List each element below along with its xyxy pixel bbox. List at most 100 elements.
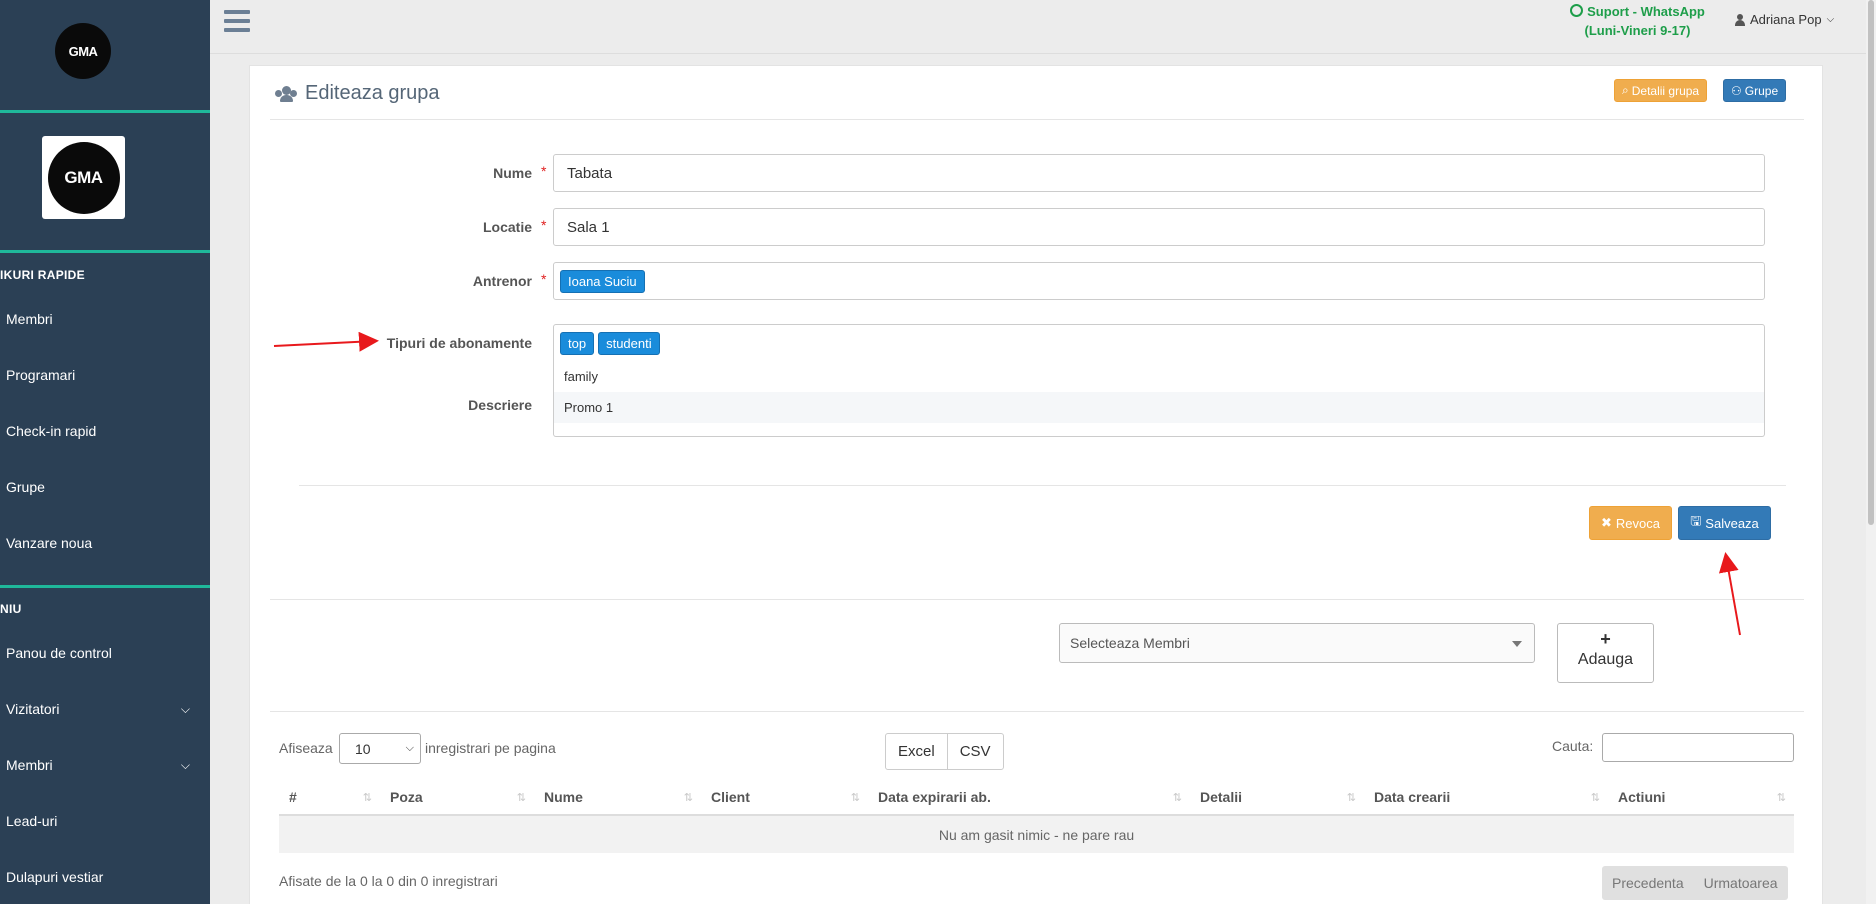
sidebar-divider [0, 110, 210, 113]
sidebar-item-label: Membri [6, 311, 53, 327]
table-row: Nu am gasit nimic - ne pare rau [279, 815, 1794, 853]
name-input[interactable]: Tabata [553, 154, 1765, 192]
sidebar-section-shortcuts: IKURI RAPIDE [0, 268, 85, 282]
sidebar-item-vanzare-noua[interactable]: Vanzare noua [6, 535, 196, 551]
sort-icon: ⇅ [1172, 792, 1182, 804]
menu-toggle-icon[interactable] [224, 10, 250, 32]
page-title: Editeaza grupa [275, 82, 440, 105]
user-menu[interactable]: Adriana Pop ⌵ [1735, 12, 1834, 27]
trainer-multiselect[interactable]: Ioana Suciu [553, 262, 1765, 300]
next-page-button[interactable]: Urmatoarea [1694, 866, 1788, 900]
sidebar-item-label: Programari [6, 367, 76, 383]
topbar: Suport - WhatsApp (Luni-Vineri 9-17) Adr… [210, 0, 1866, 54]
chevron-down-icon: ⌵ [180, 757, 190, 772]
sidebar-item-label: Dulapuri vestiar [6, 869, 104, 885]
column-header[interactable]: Data expirarii ab. ⇅ [868, 780, 1190, 816]
caret-down-icon [1512, 641, 1522, 647]
excel-button[interactable]: Excel [886, 734, 947, 769]
header-divider [270, 119, 1804, 120]
sidebar-item-grupe[interactable]: Grupe [6, 479, 196, 495]
required-marker: * [541, 163, 547, 179]
sidebar-item-label: Panou de control [6, 645, 112, 661]
pagination: Precedenta Urmatoarea [1602, 866, 1788, 900]
required-marker: * [541, 217, 547, 233]
page-scrollbar[interactable] [1866, 0, 1876, 904]
column-header[interactable]: Client ⇅ [701, 780, 868, 816]
sidebar-item-programari[interactable]: Programari [6, 367, 196, 383]
column-header[interactable]: Nume ⇅ [534, 780, 701, 816]
subscription-options-dropdown: family Promo 1 [553, 361, 1765, 423]
dropdown-option[interactable]: family [554, 361, 1764, 392]
table-search-input[interactable] [1602, 733, 1794, 762]
add-member-label: Adauga [1577, 651, 1634, 668]
subscription-tag[interactable]: studenti [598, 331, 660, 355]
section-divider [270, 599, 1804, 600]
sort-icon: ⇅ [1590, 792, 1600, 804]
sort-icon: ⇅ [362, 792, 372, 804]
sort-icon: ⇅ [683, 792, 693, 804]
location-label: Locatie [482, 219, 532, 235]
sidebar-divider [0, 250, 210, 253]
whatsapp-icon [1570, 4, 1584, 17]
table-info: Afisate de la 0 la 0 din 0 inregistrari [279, 873, 498, 889]
chevron-down-icon: ⌵ [180, 701, 190, 716]
column-header[interactable]: Detalii ⇅ [1190, 780, 1364, 816]
subscription-types-label: Tipuri de abonamente [386, 335, 532, 351]
sidebar-item-check-in[interactable]: Check-in rapid [6, 423, 196, 439]
sidebar-item-panou-de-control[interactable]: Panou de control [6, 645, 196, 661]
csv-button[interactable]: CSV [946, 734, 1003, 769]
revoke-label: Revoca [1615, 515, 1660, 531]
save-icon: 🖫 [1690, 513, 1702, 528]
sidebar-item-dulapuri-vestiar[interactable]: Dulapuri vestiar [6, 869, 196, 885]
search-label: Cauta: [1552, 738, 1594, 754]
location-input[interactable]: Sala 1 [553, 208, 1765, 246]
previous-page-button[interactable]: Precedenta [1602, 866, 1694, 900]
column-header[interactable]: Data crearii ⇅ [1364, 780, 1608, 816]
subscription-tag[interactable]: top [560, 331, 595, 355]
description-label: Descriere [468, 397, 532, 413]
sidebar-item-label: Vizitatori [6, 701, 60, 717]
groups-button[interactable]: ⚇ Grupe [1723, 79, 1787, 102]
sidebar-item-label: Lead-uri [6, 813, 58, 829]
sidebar-item-vizitatori[interactable]: Vizitatori ⌵ [6, 701, 196, 717]
required-marker: * [541, 271, 547, 287]
users-icon [275, 85, 297, 102]
users-icon: ⚇ [1731, 83, 1742, 98]
revoke-button[interactable]: ✖ Revoca [1589, 506, 1672, 540]
trainer-label: Antrenor [472, 273, 532, 289]
name-label: Nume [493, 165, 532, 181]
form-divider [299, 485, 1786, 486]
sidebar-item-membri[interactable]: Membri [6, 311, 196, 327]
dropdown-option[interactable]: Promo 1 [554, 392, 1764, 423]
group-details-button[interactable]: ⌕ Detalii grupa [1614, 79, 1708, 102]
save-button[interactable]: 🖫 Salveaza [1678, 506, 1771, 540]
column-header[interactable]: Actiuni ⇅ [1608, 780, 1794, 816]
whatsapp-support-link[interactable]: Suport - WhatsApp (Luni-Vineri 9-17) [1550, 2, 1725, 40]
section-divider [270, 711, 1804, 712]
sidebar-section-menu: NIU [0, 602, 22, 616]
brand-logo-small[interactable]: GMA [55, 23, 111, 79]
description-textarea[interactable] [553, 423, 1765, 437]
sidebar-item-lead-uri[interactable]: Lead-uri [6, 813, 196, 829]
members-table: # ⇅ Poza ⇅ Nume ⇅ Client ⇅ Data expirarii ab… [279, 780, 1794, 853]
search-icon: ⌕ [1622, 83, 1629, 97]
page-length-select[interactable]: 10 ⌵ [339, 733, 421, 764]
gym-logo-text: GMA [64, 167, 103, 187]
subscription-types-multiselect[interactable]: top studenti [553, 324, 1765, 362]
sort-icon: ⇅ [850, 792, 860, 804]
chevron-down-icon: ⌵ [405, 742, 414, 754]
page-length-label: Afiseaza [279, 740, 333, 756]
trainer-tag[interactable]: Ioana Suciu [560, 269, 645, 293]
add-member-button[interactable]: + Adauga [1557, 623, 1654, 683]
scrollbar-thumb[interactable] [1868, 0, 1874, 525]
close-icon: ✖ [1601, 515, 1612, 530]
column-header[interactable]: Poza ⇅ [380, 780, 534, 816]
page-title-text: Editeaza grupa [305, 82, 440, 104]
edit-group-panel: Editeaza grupa ⌕ Detalii grupa ⚇ Grupe Num… [249, 65, 1823, 904]
column-header[interactable]: # ⇅ [279, 780, 380, 816]
plus-icon: + [1600, 629, 1611, 649]
save-label: Salveaza [1705, 515, 1759, 531]
sidebar-item-membri-menu[interactable]: Membri ⌵ [6, 757, 196, 773]
sidebar-item-label: Vanzare noua [6, 535, 93, 551]
members-select[interactable]: Selecteaza Membri [1059, 623, 1535, 663]
